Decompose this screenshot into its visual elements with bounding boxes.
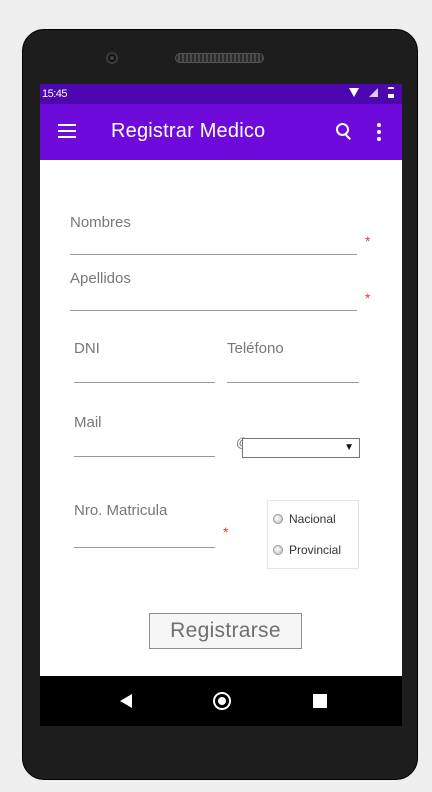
wifi-icon bbox=[349, 88, 359, 97]
register-button[interactable]: Registrarse bbox=[149, 613, 302, 649]
radio-nacional-label: Nacional bbox=[289, 512, 336, 526]
dni-underline bbox=[74, 382, 215, 383]
nombres-field[interactable]: Nombres bbox=[70, 214, 131, 231]
battery-icon bbox=[388, 87, 394, 98]
apellidos-field[interactable]: Apellidos bbox=[70, 270, 131, 287]
back-icon[interactable] bbox=[120, 694, 132, 708]
camera-icon bbox=[106, 52, 118, 64]
radio-nacional[interactable]: Nacional bbox=[273, 512, 336, 526]
apellidos-underline bbox=[70, 310, 357, 311]
radio-provincial[interactable]: Provincial bbox=[273, 543, 341, 557]
matricula-underline bbox=[74, 547, 215, 548]
page-title: Registrar Medico bbox=[111, 120, 266, 142]
speaker-grille bbox=[175, 53, 264, 63]
recent-apps-icon[interactable] bbox=[313, 694, 327, 708]
status-icons bbox=[349, 87, 394, 98]
radio-provincial-label: Provincial bbox=[289, 543, 342, 557]
hamburger-menu-icon[interactable] bbox=[58, 124, 76, 138]
telefono-field[interactable]: Teléfono bbox=[227, 340, 284, 357]
android-nav-bar bbox=[40, 676, 402, 726]
phone-screen: 15:45 Registrar Medico Nombres * Apellid… bbox=[40, 84, 402, 726]
matricula-required-mark: * bbox=[223, 524, 229, 540]
nombres-required-mark: * bbox=[365, 233, 371, 249]
app-bar: Registrar Medico bbox=[40, 104, 402, 160]
home-icon[interactable] bbox=[213, 692, 231, 710]
nombres-underline bbox=[70, 254, 357, 255]
radio-circle-icon[interactable] bbox=[273, 514, 283, 524]
telefono-underline bbox=[227, 382, 359, 383]
matricula-type-group: Nacional Provincial bbox=[267, 500, 359, 569]
matricula-field[interactable]: Nro. Matricula bbox=[74, 502, 167, 519]
dropdown-arrow-icon: ▼ bbox=[344, 442, 354, 453]
search-icon[interactable] bbox=[336, 123, 352, 139]
status-bar: 15:45 bbox=[40, 84, 402, 104]
mail-field[interactable]: Mail bbox=[74, 414, 102, 431]
dni-field[interactable]: DNI bbox=[74, 340, 100, 357]
mail-domain-select[interactable]: ▼ bbox=[242, 438, 360, 458]
signal-icon bbox=[369, 88, 378, 97]
mail-underline bbox=[74, 456, 215, 457]
status-time: 15:45 bbox=[42, 88, 68, 100]
more-options-icon[interactable] bbox=[377, 123, 383, 143]
phone-frame: 15:45 Registrar Medico Nombres * Apellid… bbox=[22, 29, 418, 780]
apellidos-required-mark: * bbox=[365, 290, 371, 306]
radio-circle-icon[interactable] bbox=[273, 545, 283, 555]
